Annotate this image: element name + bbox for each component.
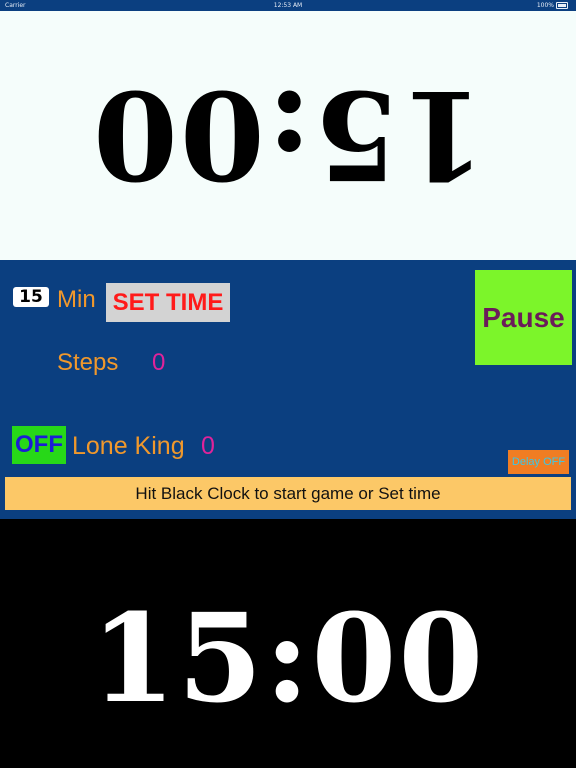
pause-button[interactable]: Pause [475,270,572,365]
battery-icon [556,2,568,9]
lone-king-value: 0 [201,432,215,460]
lone-king-toggle[interactable]: OFF [12,426,66,464]
battery-percent: 100% [536,2,554,9]
chess-clock-screen: Carrier 12:53 AM 100% 15:00 15 Min SET T… [0,0,576,768]
white-clock-time: 15:00 [90,62,486,207]
status-time: 12:53 AM [273,2,303,9]
battery-indicator: 100% [537,0,568,11]
steps-value: 0 [152,349,166,376]
steps-label: Steps [57,349,119,376]
white-player-clock[interactable]: 15:00 [0,11,576,260]
black-player-clock[interactable]: 15:00 [0,519,576,768]
minutes-badge[interactable]: 15 [13,287,49,307]
minutes-label: Min [57,286,96,313]
black-clock-time: 15:00 [90,585,486,730]
status-bar: Carrier 12:53 AM 100% [0,0,576,11]
delay-toggle-button[interactable]: Delay OFF [508,450,569,474]
set-time-button[interactable]: SET TIME [106,283,230,322]
lone-king-label: Lone King [72,432,185,460]
status-message: Hit Black Clock to start game or Set tim… [5,477,571,510]
